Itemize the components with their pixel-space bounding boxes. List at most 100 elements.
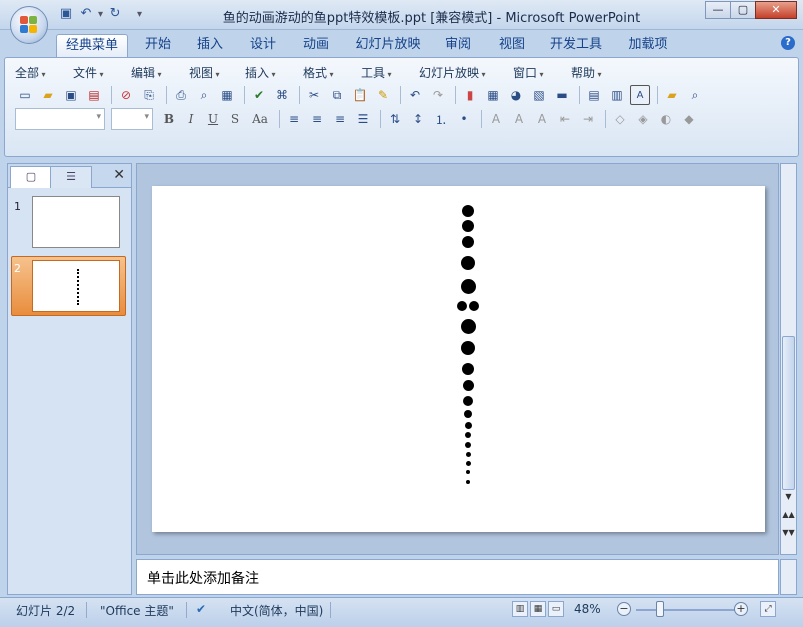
menu-file[interactable]: 文件 [73, 64, 131, 80]
scrollbar-thumb[interactable] [782, 336, 795, 490]
change-case-button[interactable]: Aa [247, 109, 273, 129]
redo-icon[interactable]: ↷ [428, 85, 448, 105]
italic-button[interactable]: I [181, 109, 201, 129]
maximize-button[interactable]: ▢ [730, 1, 756, 19]
tab-slides-thumbnails[interactable]: ▢ [10, 166, 52, 188]
line-spacing-icon[interactable]: ↕ [408, 109, 428, 129]
tab-animations[interactable]: 动画 [296, 34, 336, 58]
scroll-down-icon[interactable]: ▼ [781, 490, 796, 504]
spelling-check-icon[interactable]: ✔ [196, 602, 206, 616]
align-left-icon[interactable]: ≡ [284, 109, 304, 129]
language-indicator[interactable]: 中文(简体，中国) [230, 602, 323, 619]
picture-icon[interactable]: ▧ [529, 85, 549, 105]
increase-indent-icon[interactable]: ⇥ [578, 109, 598, 129]
align-center-icon[interactable]: ≡ [307, 109, 327, 129]
spelling-icon[interactable]: ✔ [249, 85, 269, 105]
decrease-indent-icon[interactable]: ⇤ [555, 109, 575, 129]
shrink-font-icon[interactable]: A [532, 109, 552, 129]
menu-view[interactable]: 视图 [189, 64, 245, 80]
grow-font-icon[interactable]: A [509, 109, 529, 129]
previous-slide-icon[interactable]: ▲▲ [781, 508, 796, 522]
paste-icon[interactable]: 📋 [350, 85, 370, 105]
bold-button[interactable]: B [159, 109, 179, 129]
slide-sorter-icon[interactable]: ▦ [530, 601, 546, 617]
text-direction-icon[interactable]: ⇅ [385, 109, 405, 129]
slide-canvas[interactable] [152, 186, 765, 532]
zoom-level[interactable]: 48% [574, 602, 601, 616]
shadow-button[interactable]: S [225, 109, 245, 129]
save-icon[interactable]: ▣ [61, 85, 81, 105]
menu-all[interactable]: 全部 [15, 64, 73, 80]
save-as-pdf-icon[interactable]: ▤ [84, 85, 104, 105]
slide-layout-icon[interactable]: ▥ [607, 85, 627, 105]
zoom-slider-track[interactable] [636, 609, 736, 611]
close-button[interactable]: ✕ [755, 1, 797, 19]
folder-icon[interactable]: ▰ [662, 85, 682, 105]
zoom-in-icon[interactable]: + [734, 602, 748, 616]
tab-review[interactable]: 审阅 [438, 34, 478, 58]
help-icon[interactable]: ? [781, 36, 795, 50]
format-painter-icon[interactable]: ✎ [373, 85, 393, 105]
menu-insert[interactable]: 插入 [245, 64, 303, 80]
menu-edit[interactable]: 编辑 [131, 64, 189, 80]
quick-styles-icon[interactable]: ◐ [656, 109, 676, 129]
clipart-icon[interactable]: ◕ [506, 85, 526, 105]
menu-window[interactable]: 窗口 [513, 64, 571, 80]
normal-view-icon[interactable]: ▥ [512, 601, 528, 617]
menu-help[interactable]: 帮助 [571, 64, 621, 80]
tab-slideshow[interactable]: 幻灯片放映 [350, 34, 426, 58]
find-icon[interactable]: ⌕ [685, 85, 705, 105]
tab-home[interactable]: 开始 [138, 34, 178, 58]
new-slide-icon[interactable]: ▤ [584, 85, 604, 105]
fit-to-window-icon[interactable]: ⤢ [760, 601, 776, 617]
theme-name[interactable]: "Office 主题" [100, 602, 174, 619]
font-size-combo[interactable] [111, 108, 153, 130]
copy-icon[interactable]: ⧉ [327, 85, 347, 105]
bullets-icon[interactable]: • [454, 109, 474, 129]
research-icon[interactable]: ⌘ [272, 85, 292, 105]
tab-developer[interactable]: 开发工具 [546, 34, 606, 58]
notes-pane[interactable]: 单击此处添加备注 [136, 559, 779, 595]
tab-view[interactable]: 视图 [492, 34, 532, 58]
numbering-icon[interactable]: ⒈ [431, 109, 451, 129]
menu-format[interactable]: 格式 [303, 64, 361, 80]
shape-fill-icon[interactable]: ◆ [679, 109, 699, 129]
layout-icon[interactable]: ▦ [217, 85, 237, 105]
minimize-button[interactable]: — [705, 1, 731, 19]
print-icon[interactable]: ⎙ [171, 85, 191, 105]
arrange-icon[interactable]: ◈ [633, 109, 653, 129]
close-panel-icon[interactable]: ✕ [113, 167, 125, 183]
zoom-slider-knob[interactable] [656, 601, 664, 617]
attach-icon[interactable]: ⎘ [139, 85, 159, 105]
undo-icon[interactable]: ↶ [405, 85, 425, 105]
table-icon[interactable]: ▦ [483, 85, 503, 105]
vertical-scrollbar[interactable]: ▼ ▲▲ ▼▼ [780, 163, 797, 555]
office-button[interactable] [10, 6, 48, 44]
slide-thumbnail[interactable] [32, 196, 120, 248]
align-right-icon[interactable]: ≡ [330, 109, 350, 129]
notes-scrollbar[interactable] [780, 559, 797, 595]
zoom-out-icon[interactable]: − [617, 602, 631, 616]
font-color-icon[interactable]: A [486, 109, 506, 129]
slideshow-view-icon[interactable]: ▭ [548, 601, 564, 617]
print-preview-icon[interactable]: ⌕ [194, 85, 214, 105]
tab-classic-menu[interactable]: 经典菜单 [56, 34, 128, 58]
menu-slideshow[interactable]: 幻灯片放映 [419, 64, 513, 80]
tab-insert[interactable]: 插入 [190, 34, 230, 58]
chart-icon[interactable]: ▮ [460, 85, 480, 105]
shapes-icon[interactable]: ◇ [610, 109, 630, 129]
textbox-icon[interactable]: A [630, 85, 650, 105]
font-name-combo[interactable] [15, 108, 105, 130]
justify-icon[interactable]: ☰ [353, 109, 373, 129]
new-icon[interactable]: ▭ [15, 85, 35, 105]
tab-design[interactable]: 设计 [243, 34, 283, 58]
cut-icon[interactable]: ✂ [304, 85, 324, 105]
permission-icon[interactable]: ⊘ [116, 85, 136, 105]
tab-addins[interactable]: 加载项 [622, 34, 674, 58]
underline-button[interactable]: U [203, 109, 223, 129]
open-icon[interactable]: ▰ [38, 85, 58, 105]
tab-outline[interactable]: ☰ [50, 166, 92, 188]
next-slide-icon[interactable]: ▼▼ [781, 526, 796, 540]
menu-tools[interactable]: 工具 [361, 64, 419, 80]
color-icon[interactable]: ▬ [552, 85, 572, 105]
